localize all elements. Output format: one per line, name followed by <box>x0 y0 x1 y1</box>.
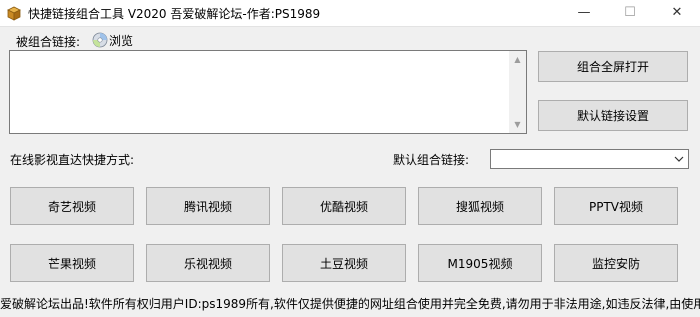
security-monitor-button[interactable]: 监控安防 <box>554 244 678 282</box>
tencent-video-button[interactable]: 腾讯视频 <box>146 187 270 225</box>
youku-button[interactable]: 优酷视频 <box>282 187 406 225</box>
sohu-video-button[interactable]: 搜狐视频 <box>418 187 542 225</box>
iqiyi-label: 奇艺视频 <box>47 199 96 214</box>
pptv-label: PPTV视频 <box>588 199 643 214</box>
iqiyi-button[interactable]: 奇艺视频 <box>10 187 134 225</box>
window-title: 快捷链接组合工具 V2020 吾爱破解论坛-作者:PS1989 <box>28 7 321 21</box>
m1905-label: M1905视频 <box>447 256 513 271</box>
default-combo-label: 默认组合链接: <box>393 153 470 167</box>
default-link-settings-label: 默认链接设置 <box>576 109 649 123</box>
mango-tv-label: 芒果视频 <box>47 256 96 271</box>
maximize-button[interactable]: ☐ <box>607 0 653 26</box>
open-fullscreen-button[interactable]: 组合全屏打开 <box>538 51 688 82</box>
scroll-down-arrow-icon[interactable]: ▼ <box>509 116 526 133</box>
tudou-label: 土豆视频 <box>319 256 368 271</box>
link-textarea[interactable]: ▲ ▼ <box>9 50 527 134</box>
app-box-icon <box>6 5 22 21</box>
close-button[interactable]: ✕ <box>654 0 700 26</box>
pptv-button[interactable]: PPTV视频 <box>554 187 678 225</box>
sohu-video-label: 搜狐视频 <box>455 199 504 214</box>
cd-disc-icon <box>92 32 108 48</box>
tudou-button[interactable]: 土豆视频 <box>282 244 406 282</box>
chevron-down-icon <box>674 156 684 162</box>
title-divider <box>0 26 700 27</box>
default-link-select[interactable] <box>490 149 689 169</box>
browse-button[interactable]: 浏览 <box>92 31 133 49</box>
default-link-settings-button[interactable]: 默认链接设置 <box>538 100 688 131</box>
mango-tv-button[interactable]: 芒果视频 <box>10 244 134 282</box>
m1905-button[interactable]: M1905视频 <box>418 244 542 282</box>
youku-label: 优酷视频 <box>319 199 368 214</box>
open-fullscreen-label: 组合全屏打开 <box>576 60 649 74</box>
scroll-up-arrow-icon[interactable]: ▲ <box>509 51 526 68</box>
tencent-video-label: 腾讯视频 <box>183 199 232 214</box>
browse-label: 浏览 <box>109 33 134 48</box>
title-bar: 快捷链接组合工具 V2020 吾爱破解论坛-作者:PS1989 — ☐ ✕ <box>0 0 700 26</box>
quick-access-label: 在线影视直达快捷方式: <box>10 153 135 167</box>
minimize-button[interactable]: — <box>561 0 607 26</box>
security-monitor-label: 监控安防 <box>591 256 640 271</box>
letv-button[interactable]: 乐视视频 <box>146 244 270 282</box>
textarea-scrollbar[interactable]: ▲ ▼ <box>509 51 526 133</box>
letv-label: 乐视视频 <box>183 256 232 271</box>
linked-url-label: 被组合链接: <box>16 35 81 49</box>
footer-notice: 爱破解论坛出品!软件所有权归用户ID:ps1989所有,软件仅提供便捷的网址组合… <box>0 297 700 311</box>
